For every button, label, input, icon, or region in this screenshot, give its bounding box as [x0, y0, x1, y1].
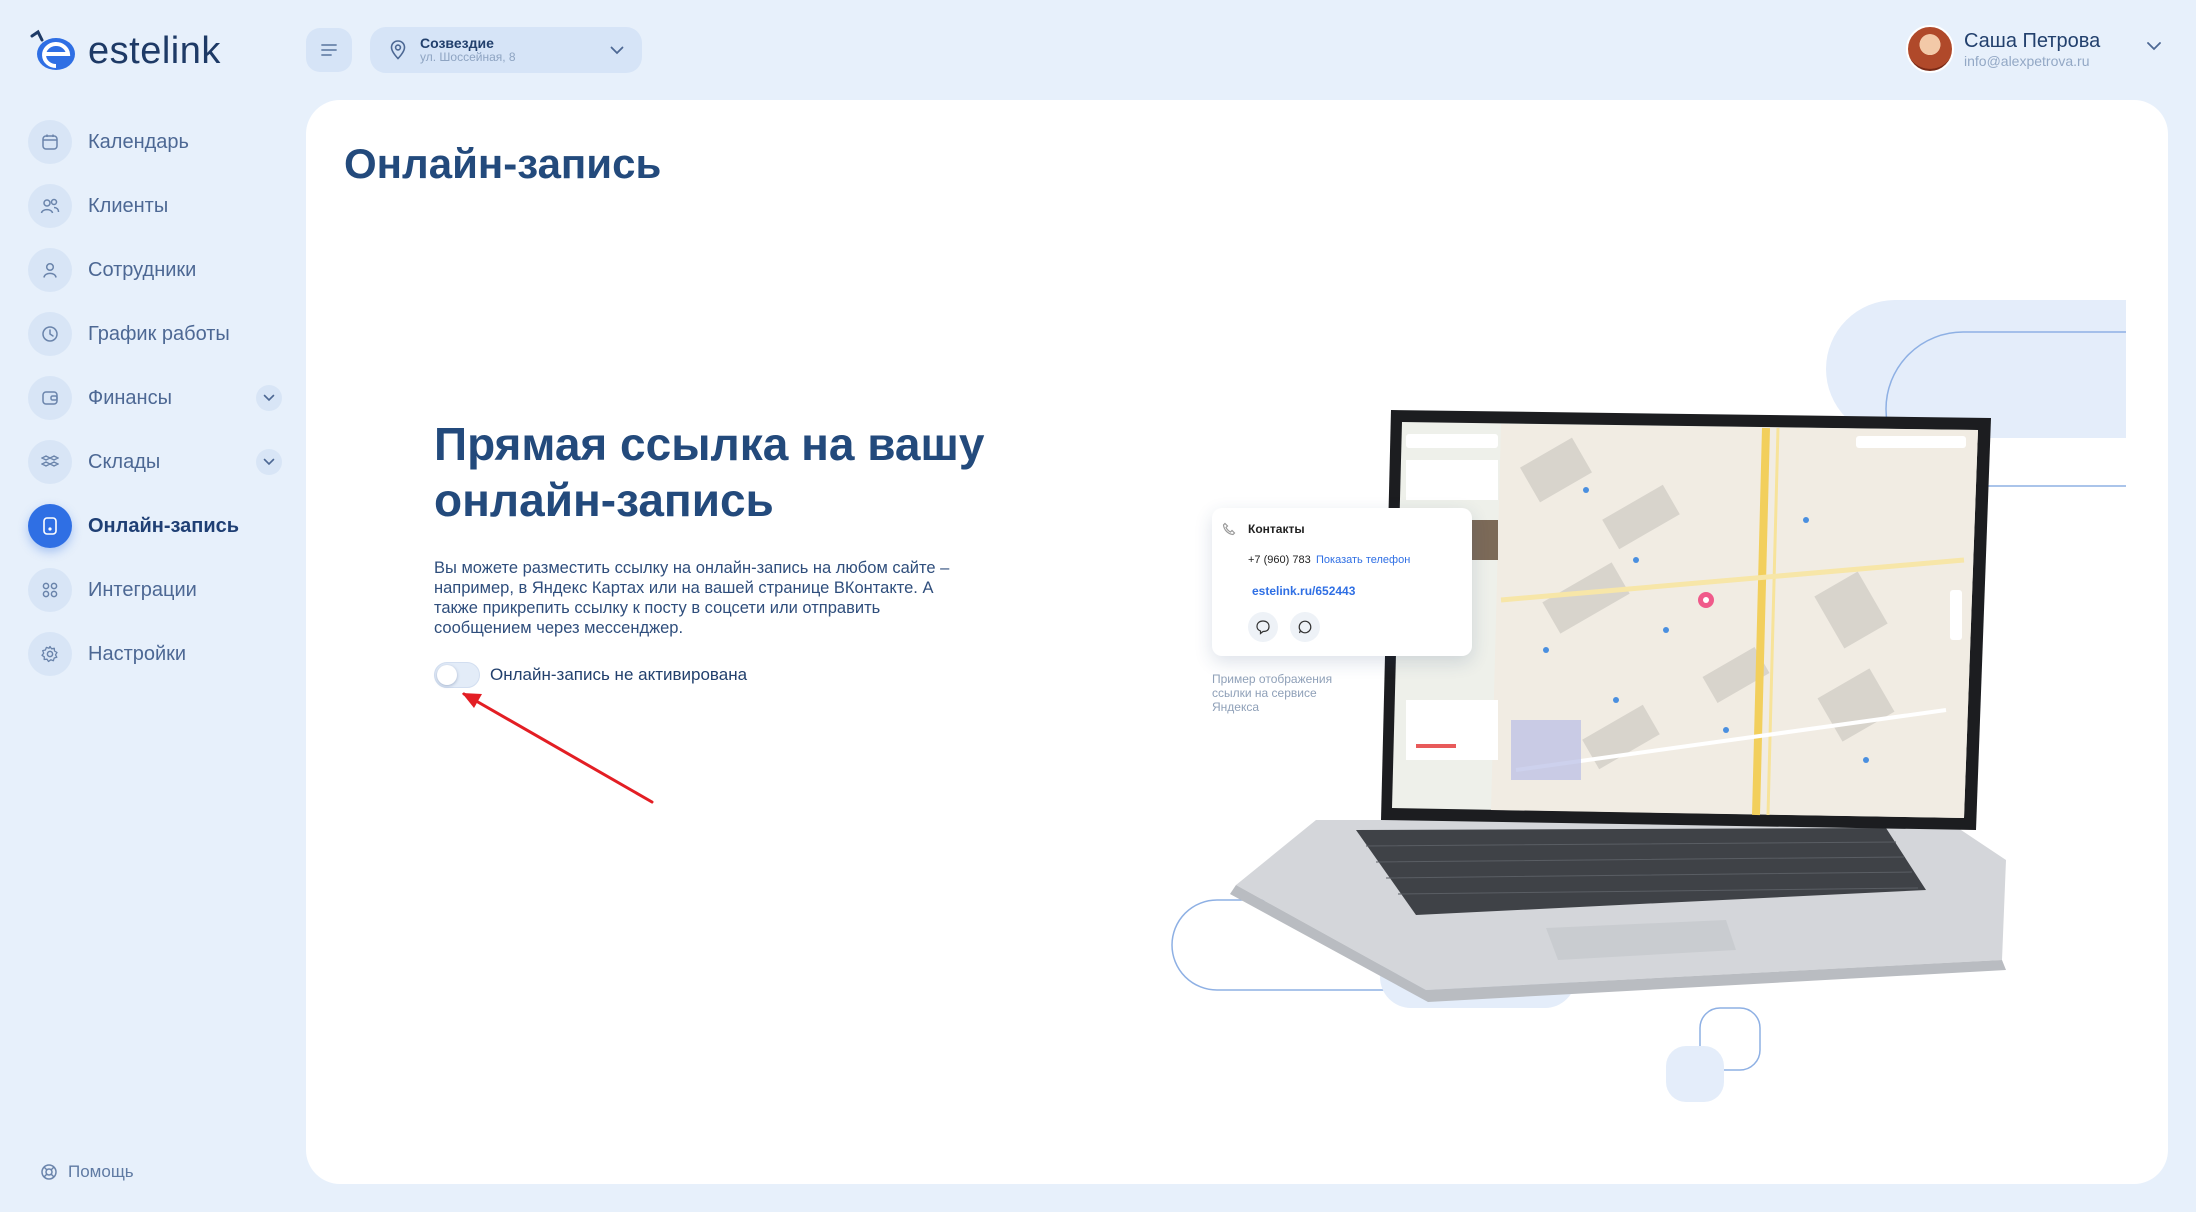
sidebar-item-label: Настройки — [88, 642, 187, 665]
sidebar-item-label: Интеграции — [88, 578, 197, 601]
sidebar-item-label: Календарь — [88, 130, 189, 153]
menu-icon — [321, 44, 337, 56]
help-link[interactable]: Помощь — [40, 1162, 134, 1182]
user-name: Саша Петрова — [1964, 29, 2101, 52]
gear-icon — [28, 632, 72, 676]
sidebar-item-calendar[interactable]: Календарь — [28, 118, 288, 166]
booking-link: estelink.ru/652443 — [1252, 584, 1356, 598]
avatar — [1906, 25, 1954, 73]
sidebar: Календарь Клиенты Сотрудники График рабо… — [28, 118, 288, 694]
sidebar-item-finances[interactable]: Финансы — [28, 374, 288, 422]
contacts-card: Контакты +7 (960) 783 Показать телефон e… — [1212, 508, 1472, 656]
sidebar-item-label: Финансы — [88, 386, 172, 409]
logo-mark-icon — [28, 28, 80, 74]
integrations-icon — [28, 568, 72, 612]
hero-title: Прямая ссылка на вашу онлайн-запись — [434, 418, 985, 526]
toggle-label: Онлайн-запись не активирована — [490, 665, 748, 684]
chevron-down-icon[interactable] — [256, 385, 282, 411]
clients-icon — [28, 184, 72, 228]
location-pin-icon — [390, 40, 406, 60]
sidebar-item-label: Клиенты — [88, 194, 169, 217]
sidebar-item-label: Онлайн-запись — [88, 514, 240, 537]
user-email: info@alexpetrova.ru — [1964, 52, 2090, 69]
illustration-caption: Пример отображения ссылки на сервисе Янд… — [1212, 672, 1333, 714]
sidebar-item-settings[interactable]: Настройки — [28, 630, 288, 678]
show-phone-link: Показать телефон — [1316, 554, 1411, 566]
toggle-knob — [437, 665, 457, 685]
contacts-title: Контакты — [1248, 522, 1305, 536]
phone-icon — [1222, 522, 1236, 536]
warehouse-icon — [28, 440, 72, 484]
wallet-icon — [28, 376, 72, 420]
contacts-phone: +7 (960) 783 — [1248, 554, 1311, 566]
sidebar-item-employees[interactable]: Сотрудники — [28, 246, 288, 294]
page-title: Онлайн-запись — [344, 140, 662, 187]
sidebar-item-label: График работы — [88, 322, 230, 345]
main-content: Онлайн-запись Прямая ссылка на вашу онла… — [306, 100, 2168, 1184]
clock-icon — [28, 312, 72, 356]
sidebar-item-label: Склады — [88, 450, 161, 473]
online-booking-toggle-row: Онлайн-запись не активирована — [434, 662, 747, 688]
logo-text: estelink — [88, 29, 221, 72]
calendar-icon — [28, 120, 72, 164]
location-address: ул. Шоссейная, 8 — [420, 50, 516, 65]
user-profile[interactable]: Саша Петрова info@alexpetrova.ru — [1906, 25, 2100, 73]
hero-description: Вы можете разместить ссылку на онлайн-за… — [434, 559, 950, 637]
location-name: Созвездие — [420, 35, 494, 52]
app-logo[interactable]: estelink — [28, 28, 221, 74]
help-label: Помощь — [68, 1162, 134, 1181]
user-icon — [28, 248, 72, 292]
viber-icon — [1248, 612, 1278, 642]
menu-toggle-button[interactable] — [306, 28, 352, 72]
sidebar-item-online-booking[interactable]: Онлайн-запись — [28, 502, 288, 550]
sidebar-item-label: Сотрудники — [88, 258, 197, 281]
chevron-down-icon[interactable] — [256, 449, 282, 475]
booking-icon — [28, 504, 72, 548]
location-selector[interactable]: Созвездие ул. Шоссейная, 8 — [370, 27, 642, 73]
sidebar-item-warehouses[interactable]: Склады — [28, 438, 288, 486]
sidebar-item-schedule[interactable]: График работы — [28, 310, 288, 358]
user-menu-chevron-icon[interactable] — [2146, 38, 2162, 56]
chevron-down-icon — [610, 46, 624, 54]
whatsapp-icon — [1290, 612, 1320, 642]
sidebar-item-clients[interactable]: Клиенты — [28, 182, 288, 230]
help-icon — [41, 1164, 57, 1180]
online-booking-toggle[interactable] — [434, 662, 480, 688]
sidebar-item-integrations[interactable]: Интеграции — [28, 566, 288, 614]
